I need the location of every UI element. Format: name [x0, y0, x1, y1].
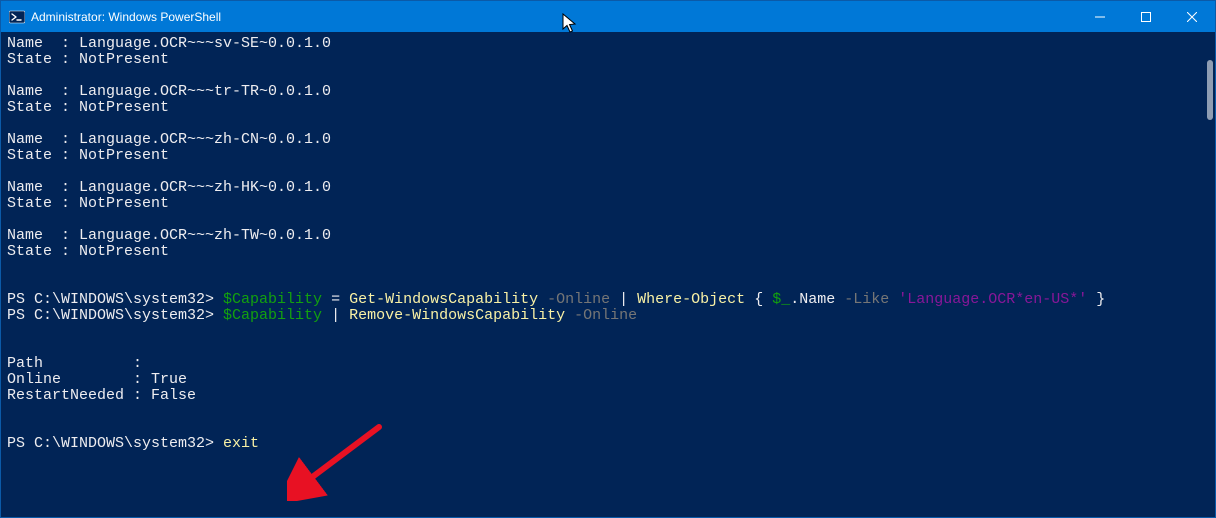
window-title: Administrator: Windows PowerShell — [31, 10, 221, 24]
titlebar[interactable]: Administrator: Windows PowerShell — [1, 1, 1215, 32]
scrollbar[interactable] — [1200, 32, 1215, 517]
scrollbar-thumb[interactable] — [1207, 60, 1213, 120]
maximize-button[interactable] — [1123, 1, 1169, 32]
minimize-button[interactable] — [1077, 1, 1123, 32]
powershell-window: Administrator: Windows PowerShell Name :… — [0, 0, 1216, 518]
powershell-icon — [9, 9, 25, 25]
terminal-output[interactable]: Name : Language.OCR~~~sv-SE~0.0.1.0State… — [1, 32, 1200, 517]
close-button[interactable] — [1169, 1, 1215, 32]
